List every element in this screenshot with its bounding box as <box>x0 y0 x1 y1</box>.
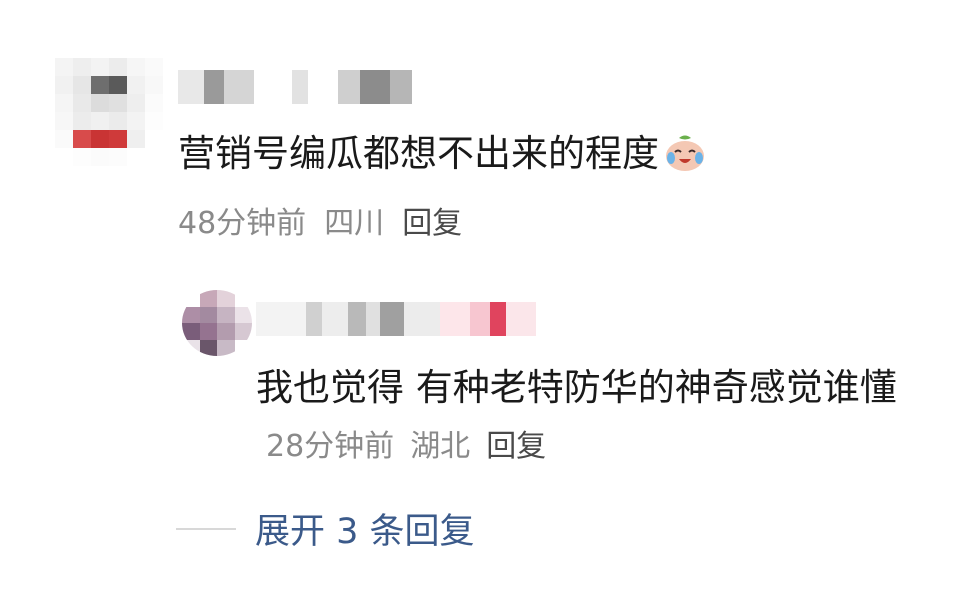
reply-body: 我也觉得 有种老特防华的神奇感觉谁懂 28分钟前 湖北 回复 <box>256 360 936 475</box>
comment-thread: { "comment": { "text": "营销号编瓜都想不出来的程度", … <box>0 0 960 615</box>
reply-name[interactable] <box>256 302 536 336</box>
reply-avatar[interactable] <box>182 290 252 356</box>
comment-body: 营销号编瓜都想不出来的程度 <box>178 126 707 182</box>
reply-meta: 28分钟前 湖北 回复 <box>266 429 562 464</box>
comment-time: 48分钟前 <box>178 206 307 241</box>
expand-divider <box>176 528 236 530</box>
expand-replies-button[interactable]: 展开 3 条回复 <box>255 503 475 554</box>
commenter-avatar[interactable] <box>55 58 163 166</box>
reply-text: 我也觉得 有种老特防华的神奇感觉谁懂 <box>256 366 897 409</box>
reply-time: 28分钟前 <box>266 429 395 464</box>
comment-text: 营销号编瓜都想不出来的程度 <box>178 132 659 175</box>
comment-location: 四川 <box>324 206 385 241</box>
commenter-name[interactable] <box>178 70 412 104</box>
reply-reply-button[interactable]: 回复 <box>486 429 546 464</box>
comment-reply-button[interactable]: 回复 <box>402 206 462 241</box>
reply-location: 湖北 <box>410 429 471 464</box>
comment-meta: 48分钟前 四川 回复 <box>178 198 480 242</box>
crying-laughing-face-icon <box>666 135 704 171</box>
